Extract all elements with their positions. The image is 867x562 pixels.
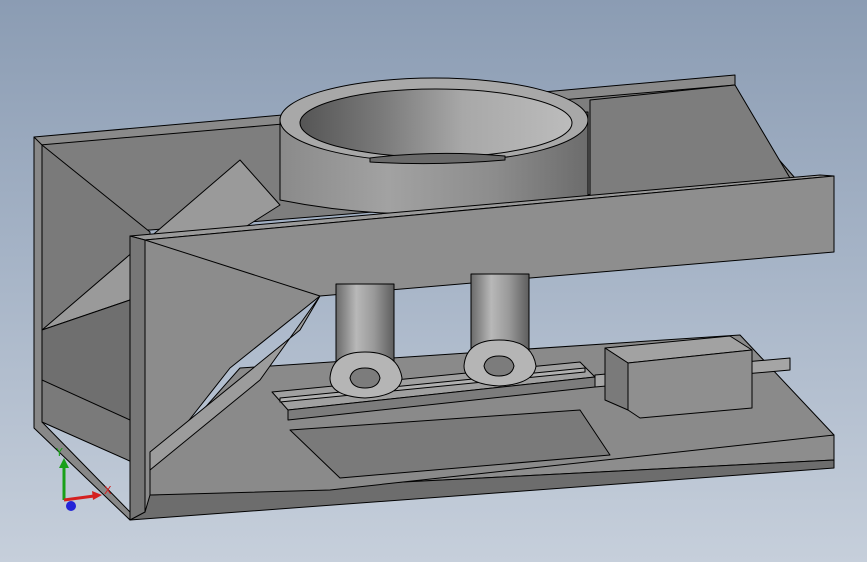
y-axis-arrow <box>59 458 69 468</box>
x-axis-label: X <box>104 484 112 497</box>
front-left-leg <box>129 235 146 521</box>
cad-model-view[interactable] <box>0 0 867 562</box>
z-axis-dot <box>66 501 76 511</box>
ring-inner-hole <box>299 88 573 158</box>
x-axis-line <box>63 494 95 502</box>
axis-triad: Y X <box>55 446 112 511</box>
y-axis-label: Y <box>55 446 63 459</box>
clamp-right-slot <box>483 355 515 377</box>
clamp-left-slot <box>349 367 381 389</box>
x-axis-arrow <box>92 491 102 500</box>
graphics-viewport[interactable]: Y X <box>0 0 867 562</box>
